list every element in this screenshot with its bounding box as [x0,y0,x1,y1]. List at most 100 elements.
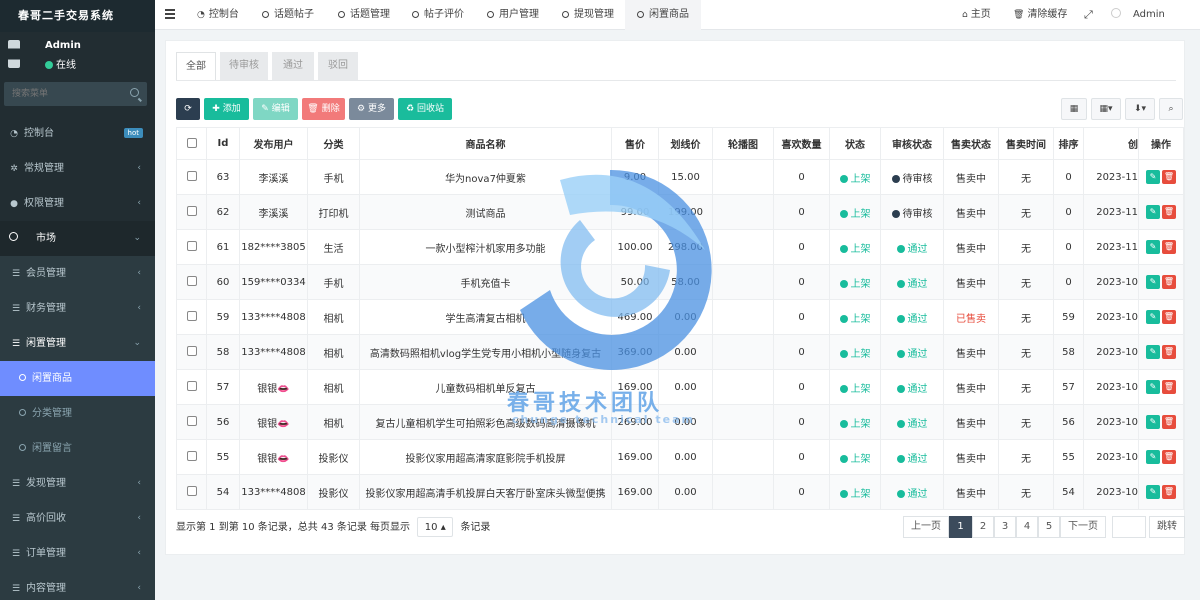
sidebar-item-orders[interactable]: ☰ 订单管理 ‹ [0,536,155,571]
edit-row-button[interactable]: ✎ [1146,450,1160,464]
add-button[interactable]: ✚ 添加 [204,98,249,120]
edit-row-button[interactable]: ✎ [1146,485,1160,499]
page-4-button[interactable]: 4 [1016,516,1038,538]
delete-row-button[interactable]: 🗑 [1162,240,1176,254]
home-link[interactable]: ⌂ 主页 [962,0,991,30]
export-button[interactable]: ⬇▾ [1125,98,1155,120]
delete-button[interactable]: 🗑 删除 [302,98,345,120]
cell-status[interactable]: 上架 [829,229,881,265]
next-page-button[interactable]: 下一页 [1060,516,1106,538]
col-audit[interactable]: 审核状态 [880,127,944,160]
tab-approved[interactable]: 通过 [272,52,314,80]
cell-status[interactable]: 上架 [829,369,881,405]
delete-row-button[interactable]: 🗑 [1162,310,1176,324]
row-checkbox[interactable] [176,229,207,265]
col-sale-time[interactable]: 售卖时间 [998,127,1054,160]
tab-dashboard[interactable]: ◔ 控制台 [197,0,239,30]
sidebar-item-idle-goods[interactable]: 闲置商品 [0,361,155,396]
cell-status[interactable]: 上架 [829,264,881,300]
page-1-button[interactable]: 1 [949,516,972,538]
sidebar-item-discover[interactable]: ☰ 发现管理 ‹ [0,466,155,501]
row-checkbox[interactable] [176,474,207,510]
sidebar-item-category[interactable]: 分类管理 [0,396,155,431]
edit-row-button[interactable]: ✎ [1146,205,1160,219]
cell-status[interactable]: 上架 [829,474,881,510]
col-likes[interactable]: 喜欢数量 [773,127,830,160]
row-checkbox[interactable] [176,299,207,335]
cell-status[interactable]: 上架 [829,334,881,370]
row-checkbox[interactable] [176,159,207,195]
row-checkbox[interactable] [176,334,207,370]
sidebar-item-recycle[interactable]: ☰ 高价回收 ‹ [0,501,155,536]
cell-status[interactable]: 上架 [829,404,881,440]
edit-row-button[interactable]: ✎ [1146,345,1160,359]
tab-topic-posts[interactable]: 话题帖子 [262,0,314,30]
page-size-select[interactable]: 10 ▴ [417,517,454,537]
fullscreen-icon[interactable]: ⤢ [1084,0,1093,30]
delete-row-button[interactable]: 🗑 [1162,275,1176,289]
search-button[interactable]: ⌕ [1159,98,1183,120]
sidebar-item-idle-message[interactable]: 闲置留言 [0,431,155,466]
cell-status[interactable]: 上架 [829,159,881,195]
delete-row-button[interactable]: 🗑 [1162,380,1176,394]
more-button[interactable]: ⚙ 更多 [349,98,394,120]
delete-row-button[interactable]: 🗑 [1162,450,1176,464]
delete-row-button[interactable]: 🗑 [1162,485,1176,499]
sidebar-item-general[interactable]: ✲ 常规管理 ‹ [0,151,155,186]
col-orig-price[interactable]: 划线价 [658,127,713,160]
menu-search-input[interactable] [4,82,124,106]
tab-post-reviews[interactable]: 帖子评价 [412,0,464,30]
tab-idle-goods[interactable]: 闲置商品 [625,0,701,30]
tab-rejected[interactable]: 驳回 [318,52,358,80]
sidebar-item-finance[interactable]: ☰ 财务管理 ‹ [0,291,155,326]
jump-page-input[interactable] [1112,516,1146,538]
prev-page-button[interactable]: 上一页 [903,516,949,538]
cell-status[interactable]: 上架 [829,299,881,335]
menu-toggle-icon[interactable] [165,9,175,19]
edit-row-button[interactable]: ✎ [1146,380,1160,394]
edit-row-button[interactable]: ✎ [1146,310,1160,324]
cell-status[interactable]: 上架 [829,194,881,230]
page-2-button[interactable]: 2 [972,516,994,538]
admin-menu[interactable]: Admin [1111,0,1165,30]
edit-row-button[interactable]: ✎ [1146,240,1160,254]
recycle-bin-button[interactable]: ♻ 回收站 [398,98,452,120]
edit-row-button[interactable]: ✎ [1146,275,1160,289]
col-id[interactable]: Id [206,127,240,160]
clear-cache-button[interactable]: 🗑 清除缓存 [1013,0,1067,30]
column-toggle-button[interactable]: ▦▾ [1091,98,1121,120]
row-checkbox[interactable] [176,404,207,440]
search-icon[interactable] [130,88,139,97]
delete-row-button[interactable]: 🗑 [1162,345,1176,359]
col-user[interactable]: 发布用户 [239,127,308,160]
col-created[interactable]: 创 [1083,127,1139,160]
page-5-button[interactable]: 5 [1038,516,1060,538]
edit-row-button[interactable]: ✎ [1146,415,1160,429]
delete-row-button[interactable]: 🗑 [1162,415,1176,429]
tab-withdraw-manage[interactable]: 提现管理 [562,0,614,30]
edit-button[interactable]: ✎ 编辑 [253,98,298,120]
row-checkbox[interactable] [176,194,207,230]
col-status[interactable]: 状态 [829,127,881,160]
col-name[interactable]: 商品名称 [359,127,612,160]
edit-row-button[interactable]: ✎ [1146,170,1160,184]
col-price[interactable]: 售价 [611,127,659,160]
tab-pending[interactable]: 待审核 [220,52,268,80]
tab-user-manage[interactable]: 用户管理 [487,0,539,30]
select-all-checkbox[interactable] [176,127,207,160]
cell-status[interactable]: 上架 [829,439,881,475]
page-3-button[interactable]: 3 [994,516,1016,538]
sidebar-item-content[interactable]: ☰ 内容管理 ‹ [0,571,155,600]
delete-row-button[interactable]: 🗑 [1162,205,1176,219]
jump-button[interactable]: 跳转 [1149,516,1185,538]
tab-topic-manage[interactable]: 话题管理 [338,0,390,30]
col-sale-status[interactable]: 售卖状态 [943,127,999,160]
table-view-button[interactable]: ▦ [1061,98,1087,120]
col-category[interactable]: 分类 [307,127,360,160]
delete-row-button[interactable]: 🗑 [1162,170,1176,184]
col-sort[interactable]: 排序 [1053,127,1084,160]
sidebar-item-market[interactable]: 市场 ⌄ [0,221,155,256]
refresh-button[interactable]: ⟳ [176,98,200,120]
sidebar-item-idle[interactable]: ☰ 闲置管理 ⌄ [0,326,155,361]
sidebar-item-members[interactable]: ☰ 会员管理 ‹ [0,256,155,291]
